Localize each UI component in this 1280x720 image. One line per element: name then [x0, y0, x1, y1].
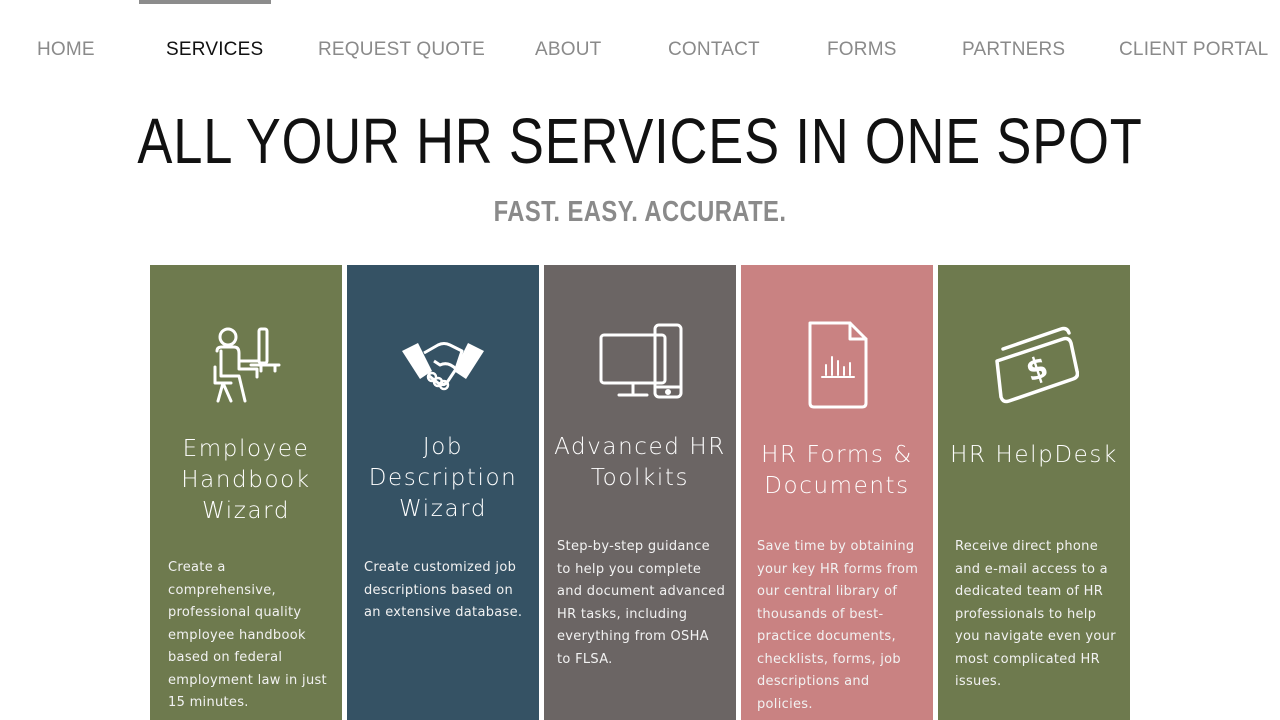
nav-item-forms[interactable]: FORMS: [827, 36, 897, 64]
card-description-line: comprehensive,: [168, 582, 276, 598]
card-description-line: to help you complete: [557, 561, 702, 577]
card-description-line: descriptions and: [757, 674, 870, 689]
document-chart-icon: [792, 321, 882, 411]
card-description-line: 15 minutes.: [168, 695, 249, 710]
card-description: Create a comprehensive, professional qua…: [168, 557, 327, 715]
nav-item-about[interactable]: ABOUT: [535, 36, 601, 64]
card-description: Step-by-step guidance to help you comple…: [557, 536, 725, 671]
main-nav: HOME SERVICES REQUEST QUOTE ABOUT CONTAC…: [0, 0, 1280, 80]
card-description-line: Create customized job: [364, 560, 517, 575]
nav-item-request-quote[interactable]: REQUEST QUOTE: [318, 36, 485, 64]
service-card-advanced-hr-toolkits[interactable]: Advanced HR Toolkits Step-by-step guidan…: [544, 265, 736, 720]
page: HOME SERVICES REQUEST QUOTE ABOUT CONTAC…: [0, 0, 1280, 720]
card-description-line: thousands of best-: [757, 606, 884, 622]
page-subtitle: FAST. EASY. ACCURATE.: [493, 196, 787, 228]
card-description-line: you navigate even your: [955, 629, 1116, 644]
card-description: Create customized job descriptions based…: [364, 557, 522, 625]
card-description-line: employee handbook: [168, 627, 306, 643]
nav-item-client-portal[interactable]: CLIENT PORTAL: [1119, 36, 1268, 64]
card-description-line: HR tasks, including: [557, 606, 688, 622]
card-description-line: an extensive database.: [364, 605, 523, 620]
nav-item-services[interactable]: SERVICES: [166, 36, 263, 64]
card-description-line: descriptions based on: [364, 582, 514, 598]
card-description-line: our central library of: [757, 584, 898, 599]
active-nav-indicator: [139, 0, 271, 4]
card-description-line: Step-by-step guidance: [557, 539, 710, 554]
nav-item-contact[interactable]: CONTACT: [668, 36, 760, 64]
card-description-line: employment law in just: [168, 672, 327, 688]
service-cards: Employee Handbook Wizard Create a compre…: [150, 265, 1130, 720]
card-title-line: Wizard: [201, 498, 291, 524]
card-description-line: your key HR forms from: [757, 561, 919, 577]
nav-item-home[interactable]: HOME: [37, 36, 95, 64]
card-description: Save time by obtaining your key HR forms…: [757, 536, 918, 716]
page-title: ALL YOUR HR SERVICES IN ONE SPOT: [137, 105, 1143, 177]
nav-item-partners[interactable]: PARTNERS: [962, 36, 1065, 64]
card-title-line: Job: [422, 434, 464, 460]
card-title: Employee Handbook Wizard: [158, 434, 334, 527]
card-title: Advanced HR Toolkits: [552, 432, 728, 494]
card-title: Job Description Wizard: [355, 432, 531, 525]
svg-text:$: $: [1022, 350, 1053, 390]
card-description-line: Save time by obtaining: [757, 539, 915, 554]
service-card-hr-forms-documents[interactable]: HR Forms & Documents Save time by obtain…: [741, 265, 933, 720]
card-description-line: and e-mail access to a: [955, 561, 1108, 577]
card-title-line: Toolkits: [590, 465, 690, 491]
person-at-computer-icon: [201, 321, 291, 411]
card-title-line: HR Forms &: [761, 442, 913, 468]
handshake-icon: [398, 321, 488, 411]
card-title-line: Description: [368, 465, 518, 491]
card-description-line: Receive direct phone: [955, 539, 1099, 554]
card-description-line: practice documents,: [757, 629, 896, 644]
card-description-line: professionals to help: [955, 606, 1097, 622]
money-bill-icon: $: [989, 321, 1079, 411]
computer-devices-icon: [595, 321, 685, 411]
card-description-line: to FLSA.: [557, 651, 613, 667]
card-title-line: Documents: [764, 473, 910, 499]
card-description-line: dedicated team of HR: [955, 584, 1104, 599]
card-description-line: professional quality: [168, 605, 302, 620]
card-description-line: and document advanced: [557, 584, 726, 599]
card-description-line: everything from OSHA: [557, 629, 709, 644]
card-title: HR HelpDesk: [946, 440, 1122, 471]
service-card-job-description[interactable]: Job Description Wizard Create customized…: [347, 265, 539, 720]
service-card-employee-handbook[interactable]: Employee Handbook Wizard Create a compre…: [150, 265, 342, 720]
service-card-hr-helpdesk[interactable]: $ HR HelpDesk Receive direct phone and e…: [938, 265, 1130, 720]
card-title-line: Wizard: [398, 496, 488, 522]
card-description-line: checklists, forms, job: [757, 651, 901, 667]
card-description-line: based on federal: [168, 650, 283, 665]
card-description-line: most complicated HR: [955, 651, 1100, 667]
card-description: Receive direct phone and e-mail access t…: [955, 536, 1116, 694]
card-title-line: HR HelpDesk: [950, 442, 1118, 468]
card-title: HR Forms & Documents: [749, 440, 925, 502]
card-title-line: Employee: [182, 436, 310, 462]
card-description-line: issues.: [955, 674, 1002, 689]
card-title-line: Handbook: [181, 467, 311, 493]
card-title-line: Advanced HR: [554, 434, 726, 460]
card-description-line: policies.: [757, 696, 813, 712]
card-description-line: Create a: [168, 560, 226, 575]
